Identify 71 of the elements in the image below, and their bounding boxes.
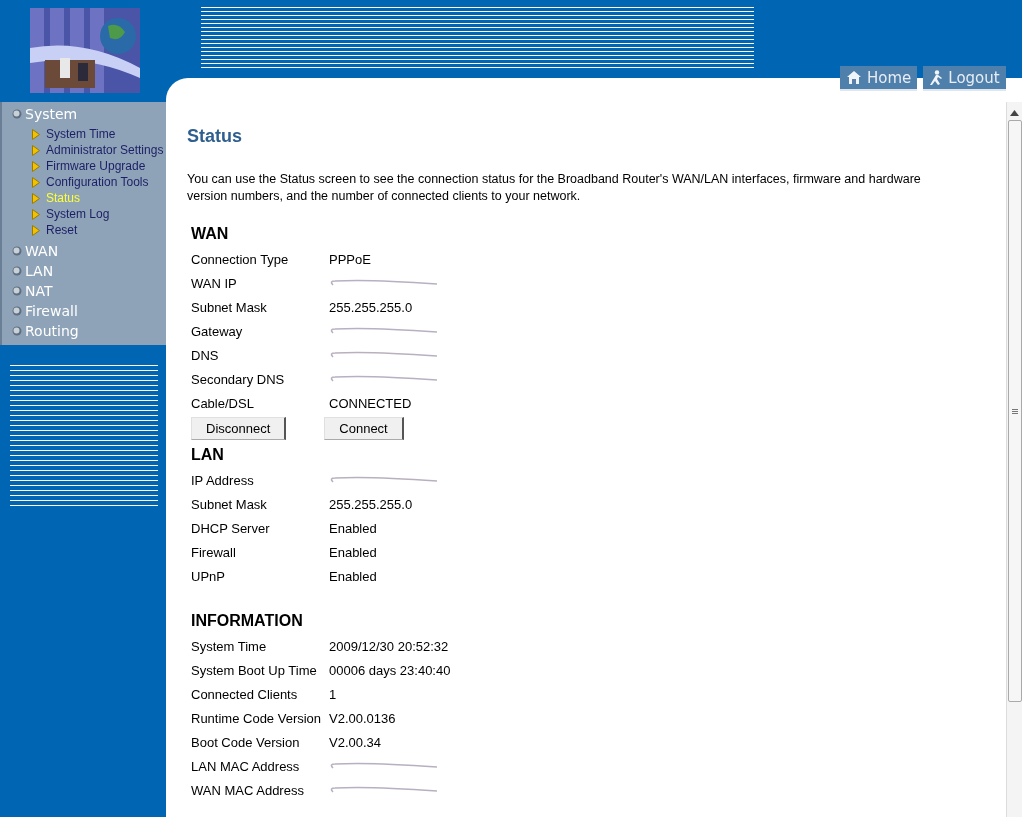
action-button[interactable]: Connect [324, 417, 404, 440]
menu-item[interactable]: Firewall [2, 301, 78, 321]
field-value: 255.255.255.0 [329, 299, 413, 315]
logout-button[interactable]: Logout [923, 66, 1006, 91]
bullet-icon [12, 109, 22, 119]
section-heading: LAN [191, 446, 225, 464]
field-label: System Time [191, 638, 268, 654]
field-label: DNS [191, 347, 220, 363]
menu-item[interactable]: NAT [2, 281, 53, 301]
field-label: Connection Type [191, 251, 290, 267]
bullet-icon [12, 266, 22, 276]
scrollbar[interactable] [1006, 102, 1022, 817]
menu-item[interactable]: System [2, 104, 78, 124]
section-heading: INFORMATION [191, 612, 304, 630]
submenu-item[interactable]: Reset [2, 222, 78, 238]
submenu-item[interactable]: System Log [2, 206, 110, 222]
field-label: Boot Code Version [191, 734, 301, 750]
triangle-icon [32, 208, 40, 220]
submenu-item[interactable]: Administrator Settings [2, 142, 164, 158]
field-label: System Boot Up Time [191, 662, 318, 678]
field-label: Secondary DNS [191, 371, 286, 387]
up-arrow-icon[interactable] [1010, 110, 1019, 116]
field-value: Enabled [329, 544, 377, 560]
section-heading: WAN [191, 225, 230, 243]
submenu-item[interactable]: Firmware Upgrade [2, 158, 146, 174]
triangle-icon [32, 224, 40, 236]
field-value: 00006 days 23:40:40 [329, 662, 451, 678]
menu-item[interactable]: WAN [2, 241, 59, 261]
description-text: You can use the Status screen to see the connection status for the Broadband Router's WAN/LAN interfaces, firmware and hardware version numbers, and the number of connected clients to your network. [187, 171, 922, 205]
field-label: LAN MAC Address [191, 758, 301, 774]
menu-item[interactable]: Routing [2, 321, 79, 341]
field-value: V2.00.34 [329, 734, 382, 750]
field-label: WAN IP [191, 275, 238, 291]
action-button[interactable]: Disconnect [191, 417, 287, 440]
field-value: V2.00.0136 [329, 710, 396, 726]
field-label: Runtime Code Version [191, 710, 323, 726]
field-label: Gateway [191, 323, 244, 339]
triangle-icon [32, 192, 40, 204]
field-label: WAN MAC Address [191, 782, 305, 798]
triangle-icon [32, 128, 40, 140]
field-value: 1 [329, 686, 337, 702]
menu-item[interactable]: LAN [2, 261, 54, 281]
field-value: 2009/12/30 20:52:32 [329, 638, 449, 654]
field-label: UPnP [191, 568, 226, 584]
house-icon [846, 70, 862, 85]
triangle-icon [32, 176, 40, 188]
submenu-item[interactable]: Configuration Tools [2, 174, 149, 190]
field-label: Connected Clients [191, 686, 299, 702]
field-value: 255.255.255.0 [329, 496, 413, 512]
field-label: IP Address [191, 472, 255, 488]
field-value: PPPoE [329, 251, 371, 267]
submenu-item[interactable]: Status [2, 190, 81, 206]
triangle-icon [32, 144, 40, 156]
field-label: Subnet Mask [191, 496, 268, 512]
field-label: Subnet Mask [191, 299, 268, 315]
field-label: Firewall [191, 544, 237, 560]
field-label: DHCP Server [191, 520, 271, 536]
bullet-icon [12, 246, 22, 256]
field-value: CONNECTED [329, 395, 412, 411]
bullet-icon [12, 306, 22, 316]
running-figure-icon [929, 69, 944, 86]
submenu-item[interactable]: System Time [2, 126, 116, 142]
page-title: Status [187, 126, 243, 147]
field-value: Enabled [329, 568, 377, 584]
home-button[interactable]: Home [840, 66, 918, 91]
field-value: Enabled [329, 520, 377, 536]
scroll-thumb[interactable] [1007, 120, 1022, 702]
field-label: Cable/DSL [191, 395, 255, 411]
bullet-icon [12, 326, 22, 336]
triangle-icon [32, 160, 40, 172]
bullet-icon [12, 286, 22, 296]
